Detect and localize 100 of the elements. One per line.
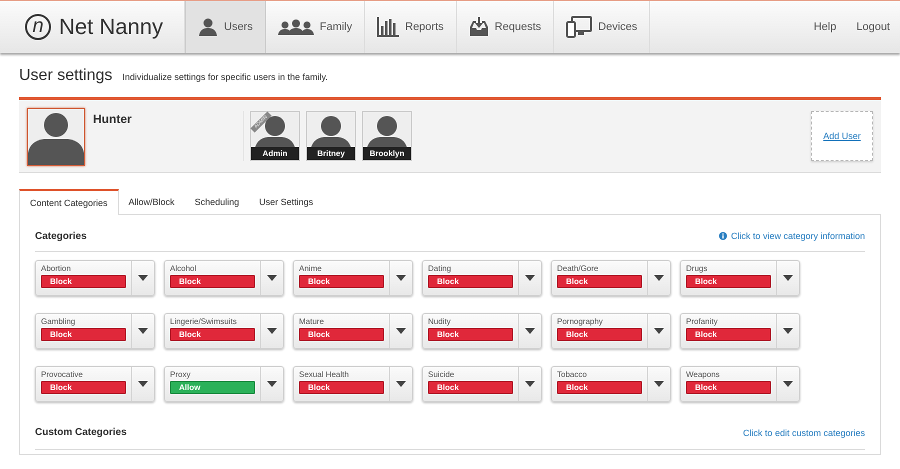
status-label: Block — [686, 328, 771, 341]
section-title: Categories — [35, 230, 87, 242]
nav-tab[interactable]: Users — [185, 1, 266, 53]
caret-icon — [396, 381, 406, 387]
user-label: Britney — [307, 147, 355, 160]
logo-text: Net Nanny — [59, 14, 163, 40]
caret-icon — [267, 381, 277, 387]
status-label: Block — [41, 328, 126, 341]
category-name: Drugs — [686, 264, 708, 273]
status-label: Block — [170, 275, 255, 288]
category-name: Anime — [299, 264, 323, 273]
status-label: Block — [299, 381, 384, 394]
page-title: User settings — [19, 67, 112, 85]
person-icon — [198, 18, 218, 36]
nav-tab[interactable]: Devices — [554, 1, 650, 53]
user-name: Hunter — [93, 112, 133, 126]
status-label: Block — [299, 328, 384, 341]
caret-icon — [138, 381, 148, 387]
bar-chart-icon — [377, 17, 400, 37]
tab[interactable]: Allow/Block — [118, 189, 185, 214]
page-subtitle: Individualize settings for specific users in the family. — [122, 72, 328, 82]
add-user-link[interactable]: Add User — [823, 131, 861, 141]
nav-tab[interactable]: Requests — [456, 1, 554, 53]
category-dropdown[interactable]: Provocative Block — [35, 366, 155, 402]
status-label: Block — [170, 328, 255, 341]
category-name: Lingerie/Swimsuits — [170, 317, 238, 326]
category-dropdown[interactable]: Drugs Block — [680, 260, 800, 296]
tab[interactable]: User Settings — [249, 189, 324, 214]
category-dropdown[interactable]: Alcohol Block — [164, 260, 284, 296]
category-name: Provocative — [41, 370, 84, 379]
category-dropdown[interactable]: Sexual Health Block — [293, 366, 413, 402]
status-label: Block — [557, 328, 642, 341]
caret-icon — [525, 381, 535, 387]
category-dropdown[interactable]: Gambling Block — [35, 313, 155, 349]
category-name: Proxy — [170, 370, 192, 379]
category-name: Gambling — [41, 317, 76, 326]
category-dropdown[interactable]: Tobacco Block — [551, 366, 671, 402]
category-dropdown[interactable]: Abortion Block — [35, 260, 155, 296]
status-label: Block — [428, 275, 513, 288]
caret-icon — [138, 328, 148, 334]
category-name: Suicide — [428, 370, 456, 379]
caret-icon — [396, 328, 406, 334]
status-label: Block — [557, 381, 642, 394]
category-name: Weapons — [686, 370, 721, 379]
status-label: Block — [428, 328, 513, 341]
tab[interactable]: Scheduling — [184, 189, 250, 214]
caret-icon — [783, 275, 793, 281]
tab[interactable]: Content Categories — [19, 189, 119, 215]
category-dropdown[interactable]: Mature Block — [293, 313, 413, 349]
caret-icon — [267, 275, 277, 281]
category-dropdown[interactable]: Nudity Block — [422, 313, 542, 349]
header-link[interactable]: Help — [814, 21, 836, 33]
caret-icon — [654, 328, 664, 334]
header-link[interactable]: Logout — [856, 21, 890, 33]
category-dropdown[interactable]: Anime Block — [293, 260, 413, 296]
category-name: Abortion — [41, 264, 72, 273]
status-label: Block — [299, 275, 384, 288]
category-dropdown[interactable]: Proxy Allow — [164, 366, 284, 402]
category-name: Pornography — [557, 317, 604, 326]
avatar-icon — [27, 108, 85, 166]
devices-icon — [566, 16, 592, 38]
caret-icon — [654, 275, 664, 281]
user-label: Brooklyn — [363, 147, 411, 160]
user-thumbnail[interactable]: Brooklyn — [362, 111, 412, 161]
category-dropdown[interactable]: Lingerie/Swimsuits Block — [164, 313, 284, 349]
caret-icon — [138, 275, 148, 281]
status-label: Allow — [170, 381, 255, 394]
status-label: Block — [41, 275, 126, 288]
nav-tab[interactable]: Family — [266, 1, 366, 53]
logo-icon: n — [25, 14, 51, 40]
user-thumbnail[interactable]: Britney — [306, 111, 356, 161]
people-icon — [278, 19, 314, 35]
category-dropdown[interactable]: Death/Gore Block — [551, 260, 671, 296]
category-dropdown[interactable]: Pornography Block — [551, 313, 671, 349]
category-dropdown[interactable]: Profanity Block — [680, 313, 800, 349]
caret-icon — [783, 328, 793, 334]
section-title: Custom Categories — [35, 427, 127, 438]
category-dropdown[interactable]: Dating Block — [422, 260, 542, 296]
category-name: Mature — [299, 317, 325, 326]
category-dropdown[interactable]: Suicide Block — [422, 366, 542, 402]
category-name: Dating — [428, 264, 452, 273]
category-dropdown[interactable]: Weapons Block — [680, 366, 800, 402]
caret-icon — [525, 275, 535, 281]
status-label: Block — [686, 275, 771, 288]
user-label: Admin — [251, 147, 299, 160]
caret-icon — [525, 328, 535, 334]
caret-icon — [267, 328, 277, 334]
category-name: Alcohol — [170, 264, 198, 273]
status-label: Block — [428, 381, 513, 394]
nav-tab[interactable]: Reports — [365, 1, 457, 53]
info-icon — [718, 232, 727, 240]
caret-icon — [783, 381, 793, 387]
category-info-link[interactable]: Click to view category information — [730, 231, 865, 241]
caret-icon — [396, 275, 406, 281]
status-label: Block — [41, 381, 126, 394]
category-name: Profanity — [686, 317, 719, 326]
category-name: Death/Gore — [557, 264, 600, 273]
status-label: Block — [686, 381, 771, 394]
category-name: Tobacco — [557, 370, 588, 379]
custom-categories-link[interactable]: Click to edit custom categories — [742, 428, 865, 438]
